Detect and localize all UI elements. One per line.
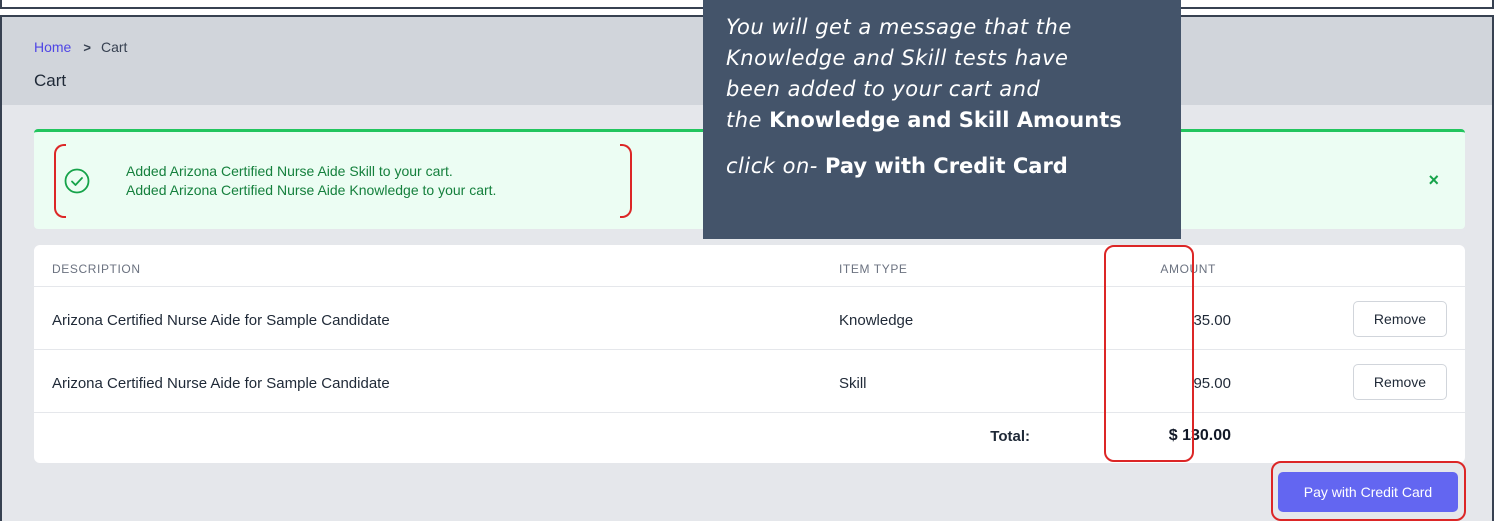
callout-italic-text: the [726, 108, 762, 132]
breadcrumb-current: Cart [100, 39, 128, 55]
callout-line: been added to your cart and [726, 77, 1041, 101]
row-description: Arizona Certified Nurse Aide for Sample … [52, 312, 390, 329]
row-item-type: Knowledge [839, 312, 914, 329]
cart-table: DESCRIPTION ITEM TYPE AMOUNT Arizona Cer… [34, 245, 1465, 463]
divider [34, 412, 1465, 413]
close-icon[interactable]: × [1428, 170, 1439, 191]
callout-italic-text: click on- [726, 154, 818, 178]
pay-with-credit-card-button[interactable]: Pay with Credit Card [1278, 472, 1458, 512]
alert-messages: Added Arizona Certified Nurse Aide Skill… [126, 162, 496, 200]
row-item-type: Skill [839, 375, 867, 392]
instruction-callout: You will get a message that the Knowledg… [703, 0, 1181, 239]
callout-line: You will get a message that the [726, 15, 1072, 39]
breadcrumb-separator: > [83, 39, 91, 55]
callout-bold-text: Knowledge and Skill Amounts [769, 108, 1122, 132]
callout-line: click on- Pay with Credit Card [726, 151, 1181, 182]
annotation-bracket-right [620, 144, 632, 218]
callout-line: the Knowledge and Skill Amounts [726, 105, 1181, 136]
remove-button[interactable]: Remove [1353, 364, 1447, 400]
callout-bold-text: Pay with Credit Card [825, 154, 1068, 178]
breadcrumb: Home > Cart [34, 39, 127, 55]
annotation-bracket-left [54, 144, 66, 218]
check-circle-icon [64, 168, 90, 194]
callout-line: Knowledge and Skill tests have [726, 46, 1069, 70]
remove-button[interactable]: Remove [1353, 301, 1447, 337]
alert-message: Added Arizona Certified Nurse Aide Knowl… [126, 182, 497, 198]
total-label: Total: [990, 428, 1030, 445]
alert-message: Added Arizona Certified Nurse Aide Skill… [126, 163, 453, 179]
divider [34, 286, 1465, 287]
breadcrumb-home-link[interactable]: Home [34, 39, 71, 55]
divider [34, 349, 1465, 350]
annotation-amount-highlight [1104, 245, 1194, 462]
row-description: Arizona Certified Nurse Aide for Sample … [52, 375, 390, 392]
page-title: Cart [34, 71, 67, 90]
column-header-description: DESCRIPTION [52, 262, 141, 276]
column-header-item-type: ITEM TYPE [839, 262, 908, 276]
